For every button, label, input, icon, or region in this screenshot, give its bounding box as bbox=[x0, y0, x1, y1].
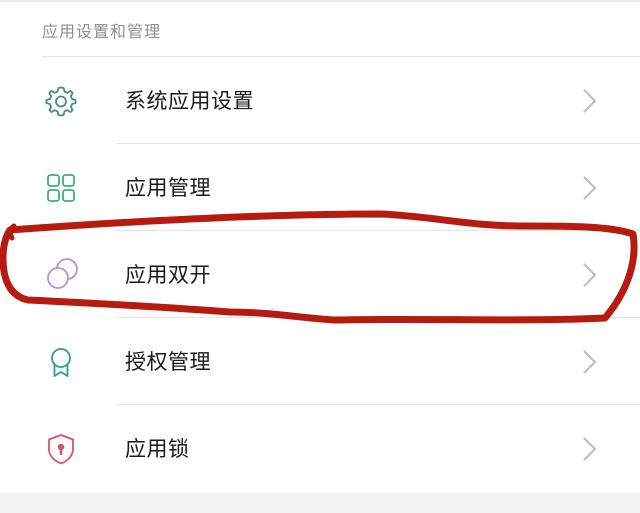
menu-item-label: 系统应用设置 bbox=[125, 89, 254, 113]
settings-screen: 应用设置和管理 系统应用设置 应用管理 应用双开 授权管理 应用锁 bbox=[0, 0, 640, 513]
section-header: 应用设置和管理 bbox=[42, 22, 162, 41]
menu-item-system-app-settings[interactable]: 系统应用设置 bbox=[0, 58, 640, 144]
menu-item-label: 应用锁 bbox=[125, 437, 190, 461]
shield-lock-icon bbox=[48, 434, 74, 465]
chevron-right-icon bbox=[583, 437, 597, 461]
row-divider bbox=[117, 404, 640, 405]
menu-item-label: 授权管理 bbox=[125, 350, 211, 374]
menu-item-app-management[interactable]: 应用管理 bbox=[0, 145, 640, 231]
bottom-section-gap bbox=[0, 493, 640, 513]
badge-icon bbox=[51, 348, 71, 377]
dual-circle-icon bbox=[47, 258, 78, 289]
row-divider bbox=[117, 317, 640, 318]
chevron-right-icon bbox=[583, 350, 597, 374]
row-divider bbox=[117, 230, 640, 231]
top-divider bbox=[0, 0, 640, 2]
menu-item-app-lock[interactable]: 应用锁 bbox=[0, 406, 640, 492]
menu-item-label: 应用双开 bbox=[125, 263, 211, 287]
row-divider bbox=[117, 143, 640, 144]
header-divider bbox=[42, 56, 640, 57]
menu-item-app-twin[interactable]: 应用双开 bbox=[0, 232, 640, 318]
chevron-right-icon bbox=[583, 176, 597, 200]
grid-icon bbox=[47, 174, 75, 202]
chevron-right-icon bbox=[583, 89, 597, 113]
chevron-right-icon bbox=[583, 263, 597, 287]
gear-icon bbox=[45, 86, 77, 117]
menu-item-label: 应用管理 bbox=[125, 176, 211, 200]
menu-item-authorization-management[interactable]: 授权管理 bbox=[0, 319, 640, 405]
